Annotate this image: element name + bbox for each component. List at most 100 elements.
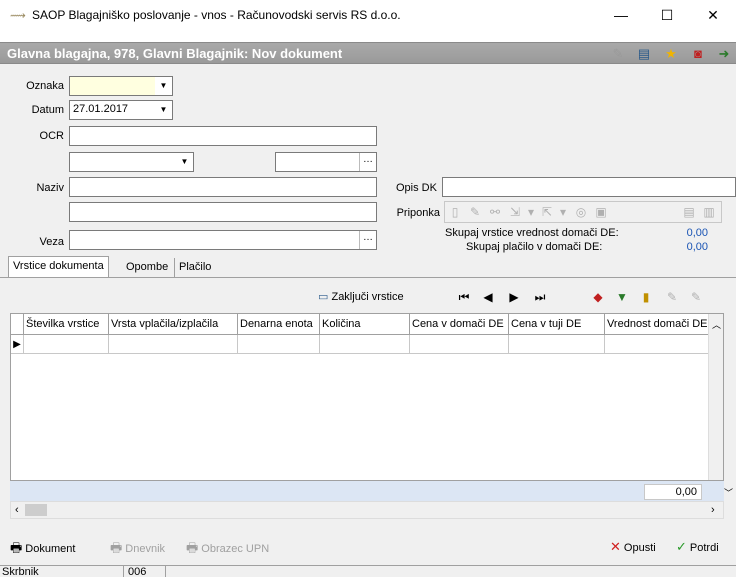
sum-placilo-label: Skupaj plačilo v domači DE: [466,241,603,253]
column-header[interactable]: Cena v tuji DE [509,314,605,334]
tab-opombe[interactable]: Opombe [122,258,172,278]
opusti-button[interactable]: ✕ Opusti [610,539,656,557]
pdf-icon[interactable]: ◙ [690,47,706,61]
column-header[interactable]: Vrednost domači DE [605,314,711,334]
document-header: Glavna blagajna, 978, Glavni Blagajnik: … [0,42,736,64]
table-row[interactable]: ▶ [11,335,723,354]
naziv-input-2[interactable] [69,202,377,222]
document-row-icon[interactable]: ▮ [638,289,654,305]
table-cell[interactable] [109,335,238,354]
potrdi-label: Potrdi [689,542,719,554]
table-cell[interactable] [24,335,109,354]
tab-vrstice-dokumenta-label: Vrstice dokumenta [13,260,104,272]
datum-dropdown-icon[interactable]: ▼ [155,101,172,119]
status-bar: Skrbnik 006 [0,565,736,577]
first-record-icon[interactable]: ⏮ [456,289,472,305]
oznaka-dropdown-icon[interactable]: ▼ [155,77,172,95]
exit-icon[interactable]: ➜ [716,47,732,61]
star-icon[interactable]: ★ [663,47,679,61]
next-record-icon[interactable]: ▶ [506,289,522,305]
eraser-icon[interactable]: ◆ [590,289,606,305]
lock-attachment-icon[interactable]: ▣ [593,204,609,220]
potrdi-button[interactable]: ✓ Potrdi [676,539,719,557]
export-row-icon[interactable]: ▼ [614,289,630,305]
column-header[interactable]: Denarna enota [238,314,320,334]
scan-attachment-icon[interactable]: ◎ [573,204,589,220]
veza-label: Veza [39,236,64,248]
sum-vrstice-label: Skupaj vrstice vrednost domači DE: [445,227,619,239]
prev-record-icon[interactable]: ◀ [480,289,496,305]
import-dropdown-icon[interactable]: ▾ [523,204,539,220]
row-pointer-icon: ▶ [11,335,24,354]
grid-horizontal-scrollbar[interactable]: ‹ › [10,501,724,519]
app-icon: ⟿ [10,10,26,22]
grid-vertical-scrollbar[interactable]: ︿ [708,314,723,480]
tab-opombe-label: Opombe [126,261,169,273]
import-attachment-icon[interactable]: ⇲ [507,204,523,220]
datum-label: Datum [31,104,64,116]
naziv-input-1[interactable] [69,177,377,197]
close-button[interactable]: ✕ [690,0,736,30]
opis-dk-label: Opis DK [396,182,437,194]
table-cell[interactable] [410,335,509,354]
table-cell[interactable] [605,335,711,354]
tab-placilo-label: Plačilo [179,261,212,273]
partner-lookup-ellipsis-icon[interactable]: … [359,153,376,171]
scroll-right-icon[interactable]: › [711,504,715,516]
minimize-button[interactable]: — [598,0,644,30]
veza-ellipsis-icon[interactable]: … [359,231,376,249]
scroll-up-icon[interactable]: ︿ [712,318,721,331]
grid-header: Številka vrstice Vrsta vplačila/izplačil… [11,314,723,335]
dnevnik-button[interactable]: 🖶 Dnevnik [110,539,165,557]
edit-row-icon[interactable]: ✎ [664,289,680,305]
grid-toolbar: ▭ Zaključi vrstice ⏮ ◀ ▶ ⏭ ◆ ▼ ▮ ✎ ✎ [10,284,724,310]
edit-attachment-icon[interactable]: ✎ [467,204,483,220]
printer-icon: 🖶 [110,540,123,555]
export-attachment-icon[interactable]: ⇱ [539,204,555,220]
scroll-left-icon[interactable]: ‹ [15,504,19,516]
obrazec-upn-button[interactable]: 🖶 Obrazec UPN [186,539,269,557]
scroll-down-icon[interactable]: ﹀ [724,486,733,499]
status-code: 006 [126,566,166,577]
ocr-input[interactable] [69,126,377,146]
priponka-toolbar: ▯ ✎ ⚯ ⇲ ▾ ⇱ ▾ ◎ ▣ ▤ ▥ [444,201,722,223]
delete-row-icon[interactable]: ✎ [688,289,704,305]
maximize-button[interactable]: ☐ [644,0,690,30]
export-dropdown-icon[interactable]: ▾ [555,204,571,220]
opis-dk-input[interactable] [442,177,736,197]
tab-vrstice-dokumenta[interactable]: Vrstice dokumenta [8,256,109,278]
tab-placilo[interactable]: Plačilo [174,258,215,278]
veza-input[interactable] [69,230,377,250]
bottom-button-bar: 🖶 Dokument 🖶 Dnevnik 🖶 Obrazec UPN ✕ Opusti … [0,531,736,565]
column-header[interactable]: Količina [320,314,410,334]
dokument-button[interactable]: 🖶 Dokument [10,539,75,557]
cancel-icon: ✕ [610,539,621,554]
document-title: Glavna blagajna, 978, Glavni Blagajnik: … [7,46,343,61]
table-cell[interactable] [320,335,410,354]
window-title: SAOP Blagajniško poslovanje - vnos - Rač… [32,8,401,22]
view-attachment-icon[interactable]: ▤ [681,204,697,220]
column-header[interactable]: Vrsta vplačila/izplačila [109,314,238,334]
document-lines-grid: Številka vrstice Vrsta vplačila/izplačil… [10,313,724,481]
table-cell[interactable] [509,335,605,354]
column-header[interactable]: Številka vrstice [24,314,109,334]
printer-icon: 🖶 [186,540,199,555]
sum-placilo-value: 0,00 [686,241,708,253]
delete-attachment-icon[interactable]: ▥ [701,204,717,220]
last-record-icon[interactable]: ⏭ [532,289,548,305]
status-user: Skrbnik [0,566,124,577]
link-attachment-icon[interactable]: ⚯ [487,204,503,220]
table-cell[interactable] [238,335,320,354]
edit-icon[interactable]: ✎ [610,47,626,61]
dnevnik-label: Dnevnik [125,543,166,555]
oznaka-label: Oznaka [26,80,64,92]
sum-vrstice-value: 0,00 [686,227,708,239]
zakljuci-vrstice-button[interactable]: ▭ Zaključi vrstice [318,290,404,303]
column-header[interactable]: Cena v domači DE [410,314,509,334]
dokument-label: Dokument [25,543,76,555]
grid-total-value: 0,00 [644,484,702,500]
new-attachment-icon[interactable]: ▯ [447,204,463,220]
scroll-thumb[interactable] [25,504,47,516]
naziv-select-dropdown-icon[interactable]: ▼ [176,153,193,171]
table-icon[interactable]: ▤ [636,47,652,61]
